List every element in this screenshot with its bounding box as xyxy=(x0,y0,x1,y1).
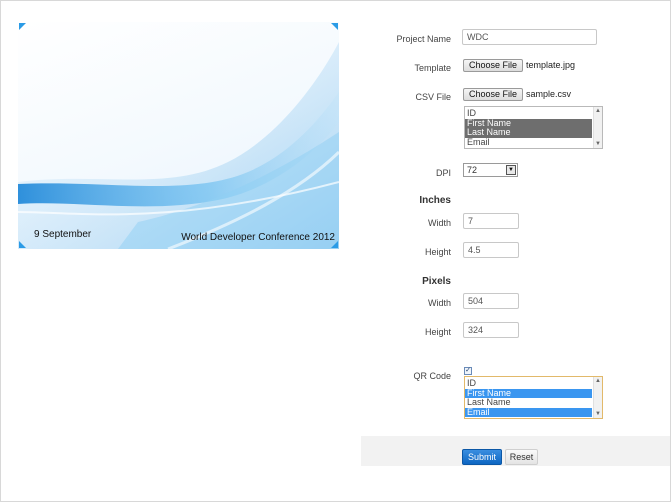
scroll-up-icon[interactable]: ▲ xyxy=(594,377,602,385)
qr-code-checkbox[interactable]: ✓ xyxy=(464,367,472,375)
inches-width-input[interactable] xyxy=(463,213,519,229)
template-label: Template xyxy=(414,63,451,73)
corner-marker-icon xyxy=(19,240,27,248)
qr-listbox-scrollbar[interactable]: ▲ ▼ xyxy=(593,377,602,418)
dpi-label: DPI xyxy=(435,168,451,178)
csv-listbox-scrollbar[interactable]: ▲ ▼ xyxy=(593,107,602,148)
preview-title: World Developer Conference 2012 xyxy=(181,232,335,243)
inches-width-label: Width xyxy=(427,218,451,228)
wave-graphic xyxy=(18,42,339,249)
template-preview: 9 September World Developer Conference 2… xyxy=(18,22,339,249)
inches-height-input[interactable] xyxy=(463,242,519,258)
template-file-picker: Choose File template.jpg xyxy=(463,58,575,72)
pixels-width-input[interactable] xyxy=(463,293,519,309)
project-name-label: Project Name xyxy=(396,34,451,44)
qr-field-option-email[interactable]: Email xyxy=(465,407,592,418)
csv-file-name: sample.csv xyxy=(526,89,572,99)
submit-button[interactable]: Submit xyxy=(462,449,502,465)
inches-height-label: Height xyxy=(424,247,451,257)
chevron-down-icon[interactable]: ▼ xyxy=(506,165,516,175)
csv-file-label: CSV File xyxy=(415,92,451,102)
reset-button[interactable]: Reset xyxy=(505,449,538,465)
scroll-up-icon[interactable]: ▲ xyxy=(594,107,602,115)
csv-choose-file-button[interactable]: Choose File xyxy=(463,87,524,101)
csv-file-picker: Choose File sample.csv xyxy=(463,87,571,101)
scroll-down-icon[interactable]: ▼ xyxy=(594,410,602,418)
qr-fields-listbox[interactable]: ID First Name Last Name Email ▲ ▼ xyxy=(464,376,603,419)
scroll-down-icon[interactable]: ▼ xyxy=(594,140,602,148)
csv-fields-listbox[interactable]: ID First Name Last Name Email ▲ ▼ xyxy=(464,106,603,149)
dpi-select[interactable]: 72 ▼ xyxy=(463,163,518,177)
corner-marker-icon xyxy=(19,23,27,31)
pixels-width-label: Width xyxy=(427,298,451,308)
pixels-heading: Pixels xyxy=(422,276,451,287)
pixels-height-input[interactable] xyxy=(463,322,519,338)
dpi-selected-value: 72 xyxy=(467,165,478,175)
pixels-height-label: Height xyxy=(424,327,451,337)
inches-heading: Inches xyxy=(419,195,451,206)
template-choose-file-button[interactable]: Choose File xyxy=(463,58,524,72)
template-file-name: template.jpg xyxy=(526,60,576,70)
qr-code-label: QR Code xyxy=(413,371,451,381)
project-name-input[interactable] xyxy=(462,29,597,45)
preview-date: 9 September xyxy=(34,229,92,240)
csv-field-option-email[interactable]: Email xyxy=(465,137,592,148)
corner-marker-icon xyxy=(330,23,338,31)
